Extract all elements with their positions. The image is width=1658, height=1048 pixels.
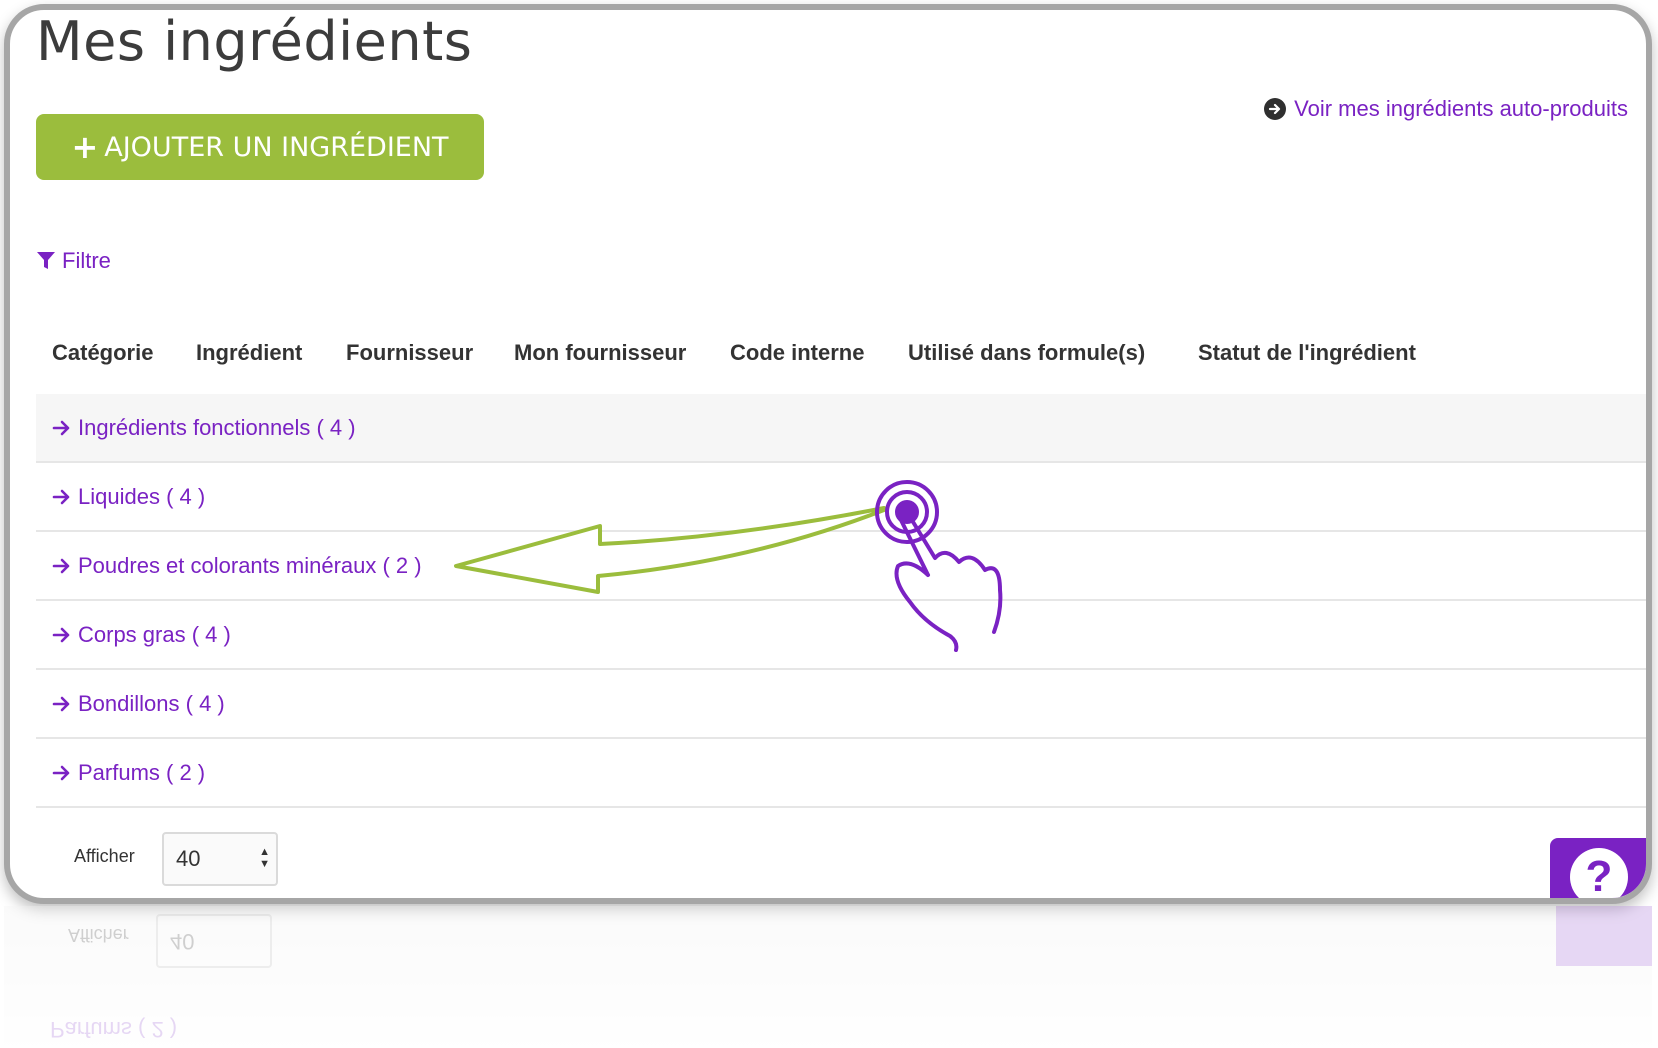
column-header-supplier[interactable]: Fournisseur: [346, 340, 473, 366]
column-header-my-supplier[interactable]: Mon fournisseur: [514, 340, 686, 366]
column-header-ingredient-status[interactable]: Statut de l'ingrédient: [1198, 340, 1416, 366]
category-row-label: Corps gras ( 4 ): [78, 621, 231, 647]
reflection-page-size-value: 40: [170, 929, 195, 954]
arrow-right-icon: [52, 626, 72, 644]
page-size-value: 40: [176, 846, 201, 871]
help-icon: ?: [1570, 848, 1628, 898]
auto-produced-ingredients-label: Voir mes ingrédients auto-produits: [1294, 96, 1628, 121]
select-spinner-icon: ▲ ▼: [259, 846, 270, 870]
category-row-fats[interactable]: Corps gras ( 4 ): [36, 601, 1646, 670]
category-row-powders-mineral-colorants[interactable]: Poudres et colorants minéraux ( 2 ): [36, 532, 1646, 601]
category-row-label: Parfums ( 2 ): [78, 759, 206, 785]
funnel-icon: [37, 252, 55, 269]
page-content: Mes ingrédients Voir mes ingrédients aut…: [10, 10, 1646, 898]
column-header-used-in-formulas[interactable]: Utilisé dans formule(s): [908, 340, 1145, 366]
column-header-internal-code[interactable]: Code interne: [730, 340, 864, 366]
column-header-category[interactable]: Catégorie: [52, 340, 153, 366]
page-size-label: Afficher: [74, 846, 135, 866]
arrow-right-icon: [52, 764, 72, 782]
page-size-select[interactable]: 40 ▲ ▼: [162, 832, 278, 886]
column-header-ingredient[interactable]: Ingrédient: [196, 340, 302, 366]
arrow-right-icon: [52, 488, 72, 506]
filter-toggle[interactable]: Filtre: [36, 248, 111, 274]
table-header: Catégorie Ingrédient Fournisseur Mon fou…: [36, 326, 1646, 396]
category-row-label: Poudres et colorants minéraux ( 2 ): [78, 552, 422, 578]
category-row-label: Ingrédients fonctionnels ( 4 ): [78, 414, 356, 440]
circle-arrow-right-icon: [1264, 98, 1287, 120]
category-row-fragrances[interactable]: Parfums ( 2 ): [36, 739, 1646, 808]
add-ingredient-button[interactable]: + AJOUTER UN INGRÉDIENT: [36, 114, 484, 180]
window-reflection: Afficher 40 Parfums ( 2 ): [4, 906, 1652, 1048]
reflection-page-size-label: Afficher: [68, 925, 129, 945]
auto-produced-ingredients-link[interactable]: Voir mes ingrédients auto-produits: [1264, 96, 1628, 122]
reflection-row-label: Parfums ( 2 ): [50, 1017, 178, 1042]
page-title: Mes ingrédients: [36, 10, 473, 73]
arrow-right-icon: [52, 419, 72, 437]
reflection-help-button: [1556, 906, 1652, 966]
category-row-liquids[interactable]: Liquides ( 4 ): [36, 463, 1646, 532]
arrow-right-icon: [52, 695, 72, 713]
category-row-label: Liquides ( 4 ): [78, 483, 206, 509]
category-row-label: Bondillons ( 4 ): [78, 690, 225, 716]
filter-label: Filtre: [62, 248, 111, 273]
arrow-right-icon: [52, 557, 72, 575]
help-button[interactable]: ?: [1550, 838, 1646, 898]
app-window: Mes ingrédients Voir mes ingrédients aut…: [4, 4, 1652, 904]
reflection-page-size-select: 40: [156, 914, 272, 968]
category-row-functional-ingredients[interactable]: Ingrédients fonctionnels ( 4 ): [36, 394, 1646, 463]
add-ingredient-label: AJOUTER UN INGRÉDIENT: [104, 131, 449, 163]
category-row-bondillons[interactable]: Bondillons ( 4 ): [36, 670, 1646, 739]
plus-icon: +: [71, 128, 99, 166]
